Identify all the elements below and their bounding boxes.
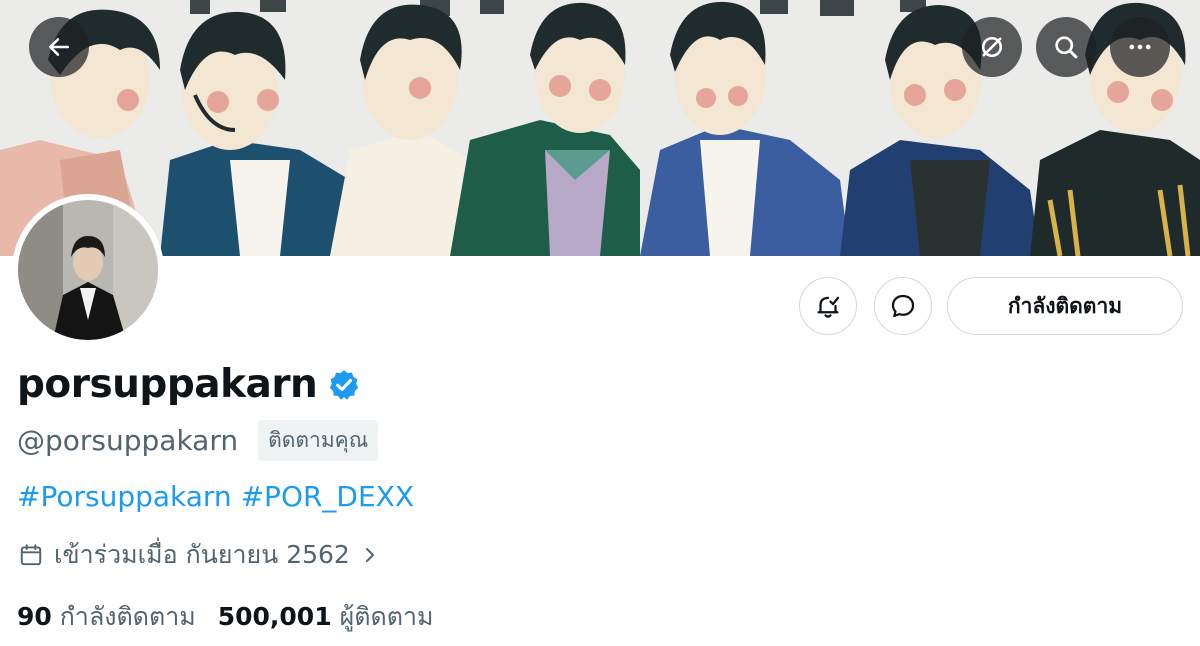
follow-stats: 90 กำลังติดตาม 500,001 ผู้ติดตาม: [17, 597, 433, 637]
eye-slash-icon: [981, 36, 1003, 58]
following-count: 90: [17, 602, 52, 631]
more-button[interactable]: [1110, 17, 1170, 77]
verified-badge-icon[interactable]: [327, 368, 361, 406]
chevron-right-icon: [362, 545, 378, 565]
message-bubble-icon: [891, 294, 915, 318]
followers-count: 500,001: [217, 602, 332, 631]
user-handle: @porsuppakarn: [17, 424, 239, 457]
search-button[interactable]: [1036, 17, 1096, 77]
following-label: กำลังติดตาม: [59, 602, 196, 631]
bell-check-icon: [817, 296, 840, 318]
hashtag-link[interactable]: #POR_DEXX: [241, 480, 414, 513]
following-button[interactable]: กำลังติดตาม: [947, 277, 1183, 335]
joined-date-row[interactable]: เข้าร่วมเมื่อ กันยายน 2562: [18, 535, 378, 575]
bio: #Porsuppakarn #POR_DEXX: [17, 480, 414, 513]
message-button[interactable]: [874, 277, 932, 335]
notifications-button[interactable]: [799, 277, 857, 335]
translate-toggle-button[interactable]: [962, 17, 1022, 77]
joined-date: เข้าร่วมเมื่อ กันยายน 2562: [54, 540, 350, 569]
following-stat[interactable]: 90 กำลังติดตาม: [17, 597, 196, 637]
followers-label: ผู้ติดตาม: [339, 602, 434, 631]
search-icon: [1055, 36, 1078, 59]
profile-name-row: porsuppakarn: [17, 362, 361, 407]
avatar-photo: [18, 200, 158, 340]
followers-stat[interactable]: 500,001 ผู้ติดตาม: [218, 597, 434, 637]
handle-row: @porsuppakarn ติดตามคุณ: [17, 420, 379, 461]
display-name: porsuppakarn: [17, 362, 318, 407]
hashtag-link[interactable]: #Porsuppakarn: [17, 480, 232, 513]
arrow-left-icon: [49, 38, 69, 56]
avatar[interactable]: [12, 194, 164, 346]
calendar-icon: [20, 544, 42, 566]
back-button[interactable]: [29, 17, 89, 77]
follows-you-badge: ติดตามคุณ: [258, 420, 379, 461]
more-dots-icon: [1129, 44, 1151, 50]
